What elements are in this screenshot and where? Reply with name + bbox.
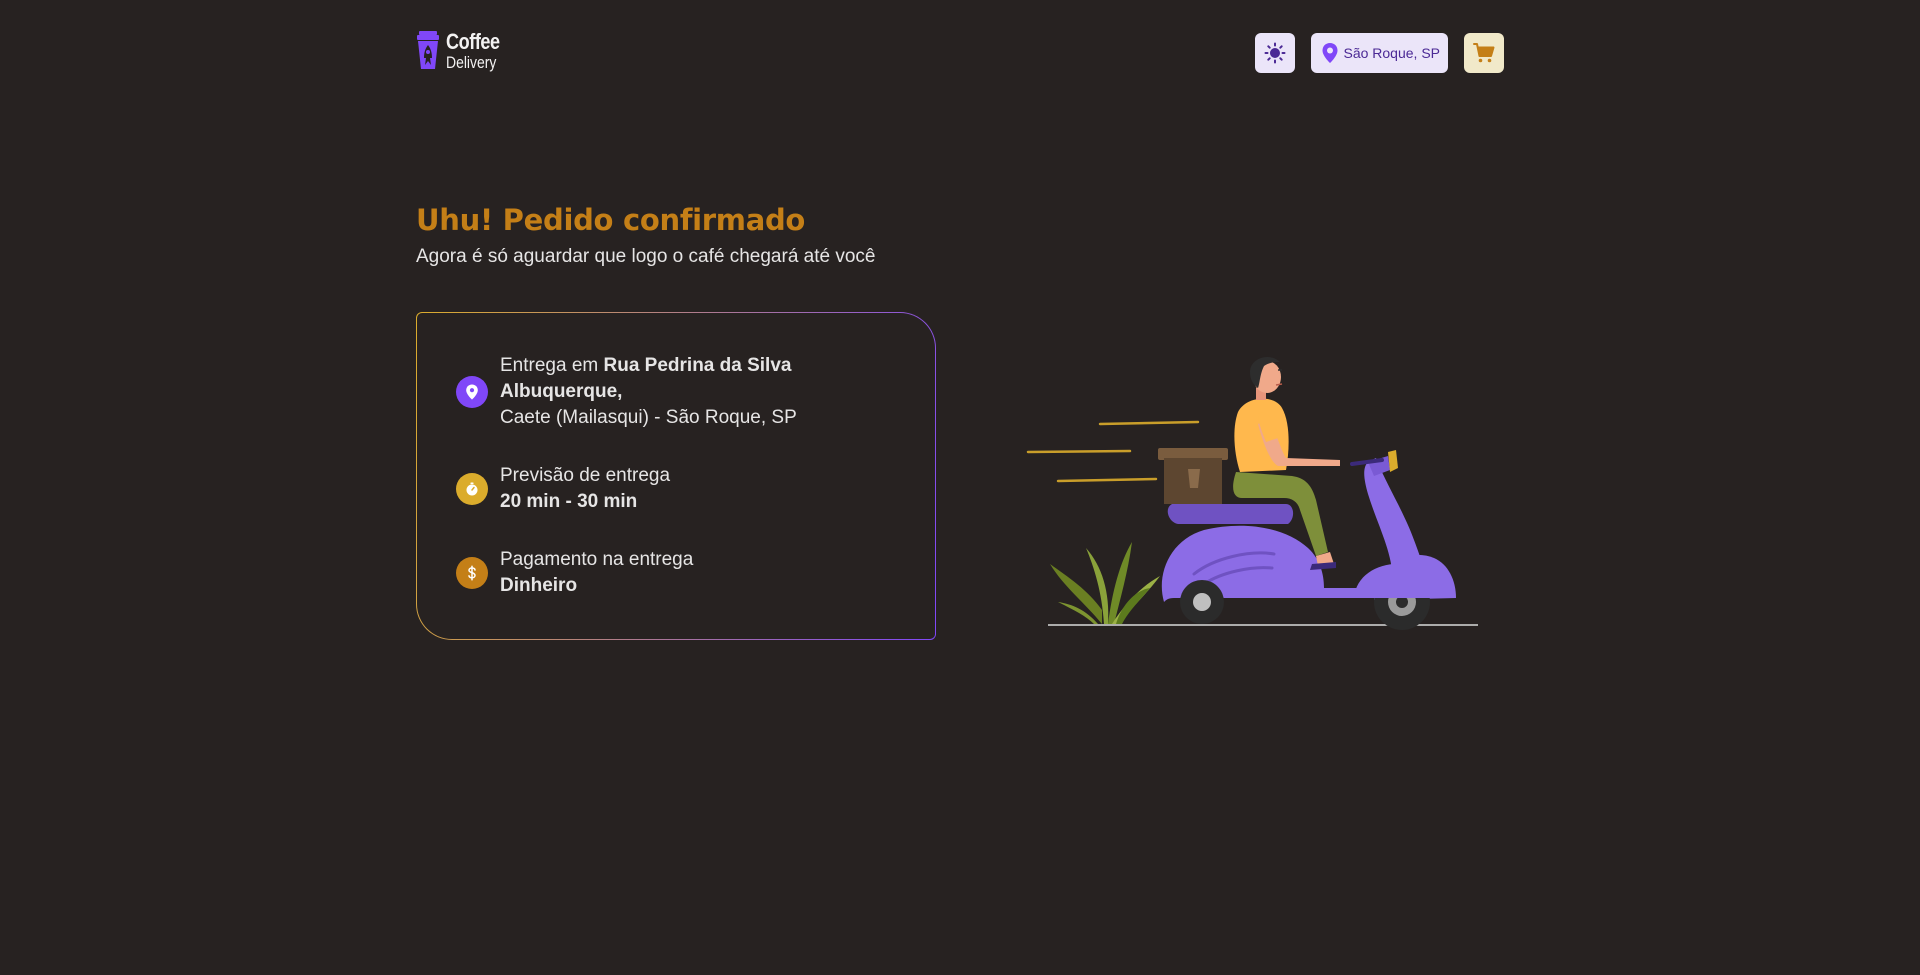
theme-toggle-button[interactable]	[1255, 33, 1296, 73]
payment-info: Pagamento na entrega Dinheiro	[456, 547, 896, 599]
sun-icon	[1264, 42, 1286, 64]
payment-label: Pagamento na entrega	[500, 549, 694, 570]
delivery-prefix: Entrega em	[500, 355, 604, 376]
logo-subtitle: Delivery	[446, 53, 497, 72]
forecast-value: 20 min - 30 min	[500, 491, 638, 512]
delivery-district: Caete (Mailasqui) - São Roque, SP	[500, 407, 797, 428]
map-pin-icon	[466, 384, 478, 400]
delivery-address-info: Entrega em Rua Pedrina da Silva Albuquer…	[456, 353, 896, 431]
currency-dollar-icon	[468, 565, 476, 581]
timer-icon	[466, 482, 478, 496]
cart-button[interactable]	[1464, 33, 1504, 73]
location-label: São Roque, SP	[1343, 45, 1440, 61]
app-header: Coffee Delivery São Roque, SP	[416, 0, 1504, 108]
forecast-label: Previsão de entrega	[500, 465, 671, 486]
logo[interactable]: Coffee Delivery	[416, 31, 511, 71]
header-actions: São Roque, SP	[1255, 33, 1504, 73]
logo-title: Coffee	[446, 29, 500, 54]
shopping-cart-icon	[1473, 43, 1495, 63]
delivery-forecast-info: Previsão de entrega 20 min - 30 min	[456, 463, 896, 515]
coffee-cup-rocket-icon	[417, 31, 439, 69]
page-subtitle: Agora é só aguardar que logo o café cheg…	[416, 246, 876, 267]
payment-value: Dinheiro	[500, 575, 578, 596]
order-info-card: Entrega em Rua Pedrina da Silva Albuquer…	[416, 312, 936, 640]
map-pin-icon	[1322, 43, 1338, 63]
delivery-scooter-illustration	[1026, 357, 1478, 630]
page-title: Uhu! Pedido confirmado	[416, 203, 806, 237]
location-badge[interactable]: São Roque, SP	[1311, 33, 1448, 73]
